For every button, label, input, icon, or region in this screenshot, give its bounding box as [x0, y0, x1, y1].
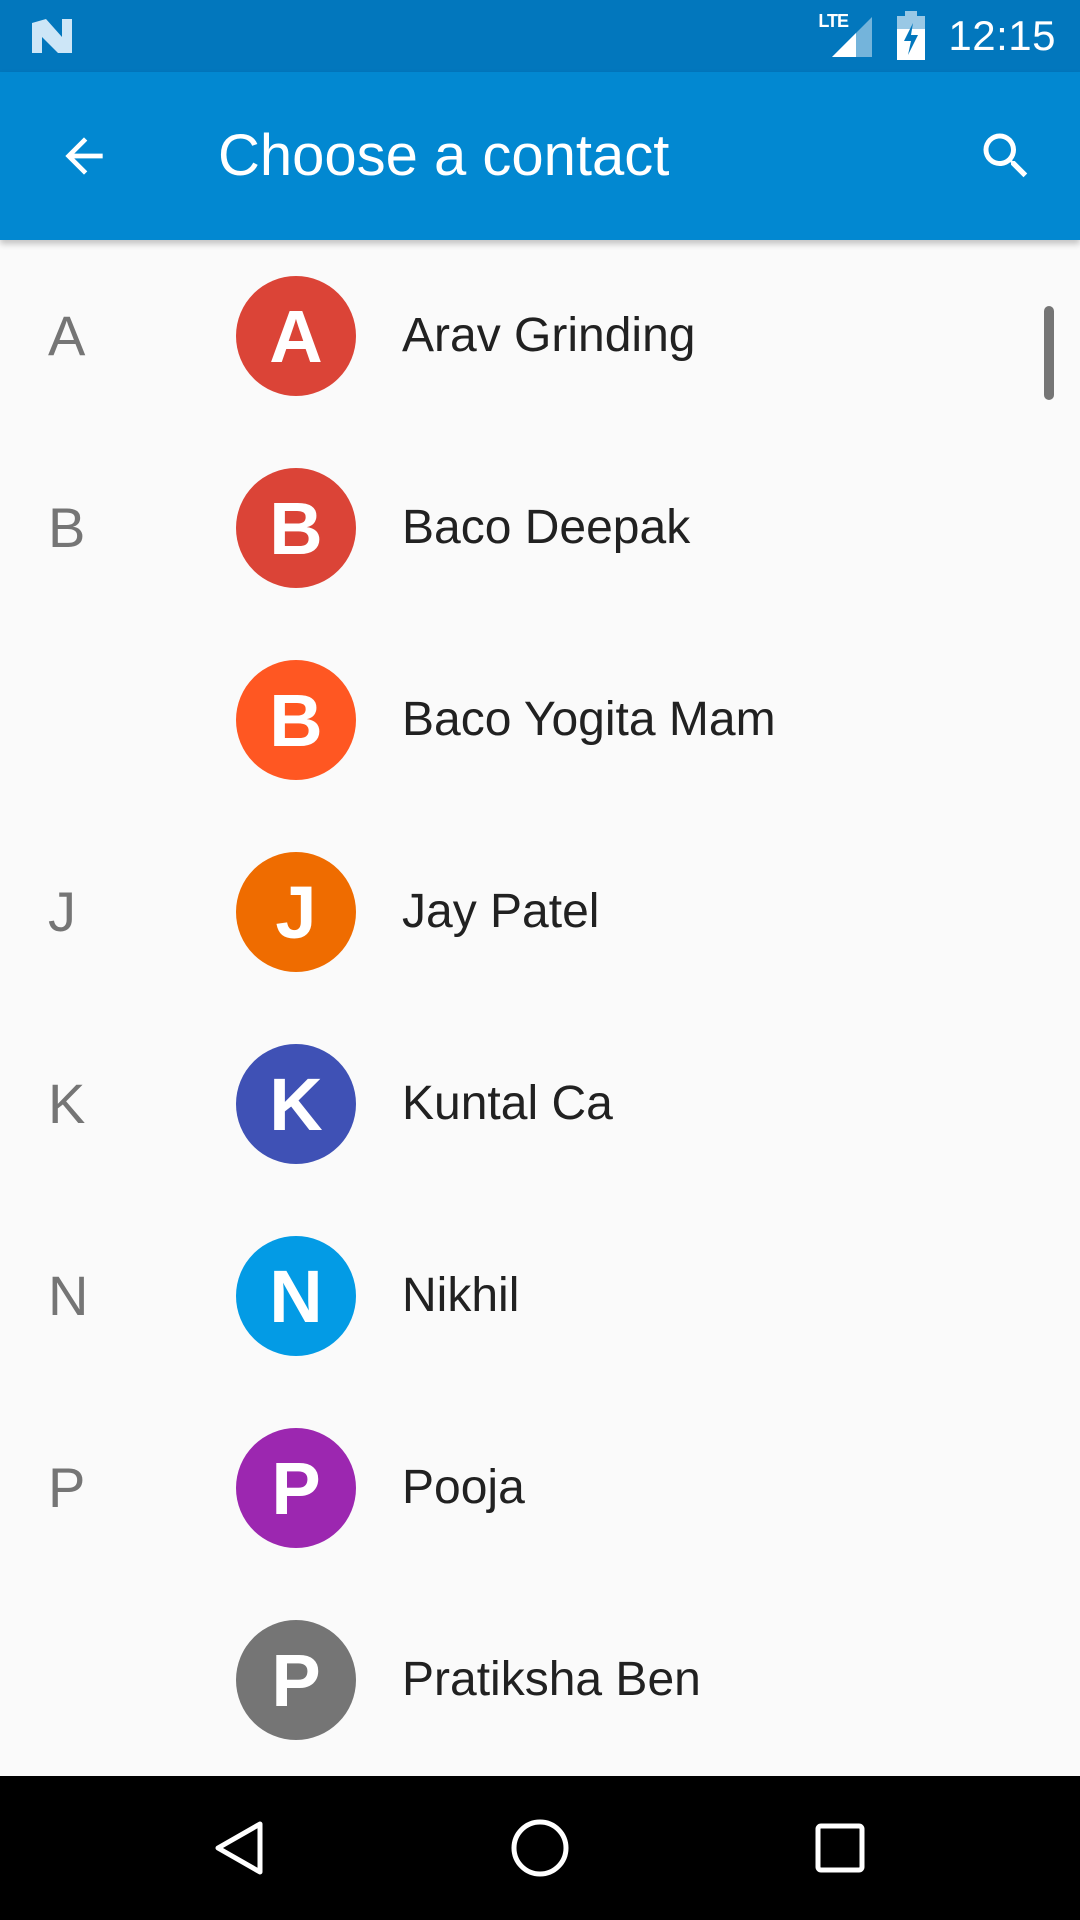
- section-header: P: [48, 1456, 86, 1519]
- avatar-initial: B: [269, 678, 323, 762]
- back-button[interactable]: [40, 112, 128, 200]
- status-right: LTE 12:15: [818, 11, 1056, 61]
- avatar-initial: K: [269, 1062, 323, 1146]
- contact-name: Baco Deepak: [402, 501, 691, 554]
- contact-row[interactable]: K K Kuntal Ca: [0, 1008, 1080, 1200]
- contact-list[interactable]: A A Arav Grinding B B Baco Deepak B Baco…: [0, 240, 1080, 1776]
- contact-name: Pratiksha Ben: [402, 1653, 701, 1706]
- nav-recents-button[interactable]: [790, 1798, 890, 1898]
- section-header: N: [48, 1264, 89, 1327]
- nav-home-button[interactable]: [490, 1798, 590, 1898]
- avatar-initial: P: [271, 1638, 321, 1722]
- avatar: P: [236, 1428, 356, 1548]
- contact-row[interactable]: J J Jay Patel: [0, 816, 1080, 1008]
- nav-back-button[interactable]: [190, 1798, 290, 1898]
- search-button[interactable]: [962, 112, 1050, 200]
- avatar: J: [236, 852, 356, 972]
- contact-row[interactable]: B Baco Yogita Mam: [0, 624, 1080, 816]
- contact-name: Pooja: [402, 1461, 525, 1514]
- avatar: B: [236, 660, 356, 780]
- avatar-initial: P: [271, 1446, 321, 1530]
- section-header: A: [48, 304, 86, 367]
- app-bar: Choose a contact: [0, 72, 1080, 240]
- section-header: B: [48, 496, 86, 559]
- avatar-initial: N: [269, 1254, 323, 1338]
- page-title: Choose a contact: [218, 123, 670, 188]
- contact-row[interactable]: P Pratiksha Ben: [0, 1584, 1080, 1776]
- status-left: [28, 15, 76, 57]
- lte-signal-icon: LTE: [818, 11, 874, 59]
- search-icon: [983, 133, 1028, 178]
- contact-row[interactable]: N N Nikhil: [0, 1200, 1080, 1392]
- section-header: K: [48, 1072, 86, 1135]
- avatar: N: [236, 1236, 356, 1356]
- contact-row[interactable]: P P Pooja: [0, 1392, 1080, 1584]
- contact-name: Arav Grinding: [402, 309, 696, 362]
- avatar: B: [236, 468, 356, 588]
- scrollbar-thumb[interactable]: [1044, 306, 1054, 400]
- avatar: K: [236, 1044, 356, 1164]
- section-header: J: [48, 880, 76, 943]
- contact-name: Nikhil: [402, 1269, 520, 1322]
- back-triangle-icon: [215, 1821, 263, 1875]
- arrow-back-icon: [65, 137, 103, 175]
- recents-square-icon: [815, 1823, 865, 1873]
- battery-charging-icon: [897, 11, 926, 60]
- home-circle-icon: [511, 1819, 569, 1877]
- avatar-initial: A: [269, 294, 323, 378]
- avatar: P: [236, 1620, 356, 1740]
- notification-n-icon: [32, 19, 72, 53]
- contact-row[interactable]: B B Baco Deepak: [0, 432, 1080, 624]
- contact-name: Baco Yogita Mam: [402, 693, 776, 746]
- contact-row[interactable]: A A Arav Grinding: [0, 240, 1080, 432]
- status-bar: LTE 12:15: [0, 0, 1080, 72]
- avatar-initial: B: [269, 486, 323, 570]
- avatar: A: [236, 276, 356, 396]
- avatar-initial: J: [275, 870, 317, 954]
- status-time: 12:15: [948, 12, 1056, 59]
- contact-name: Jay Patel: [402, 885, 600, 938]
- navigation-bar: [0, 1776, 1080, 1920]
- contact-name: Kuntal Ca: [402, 1077, 613, 1130]
